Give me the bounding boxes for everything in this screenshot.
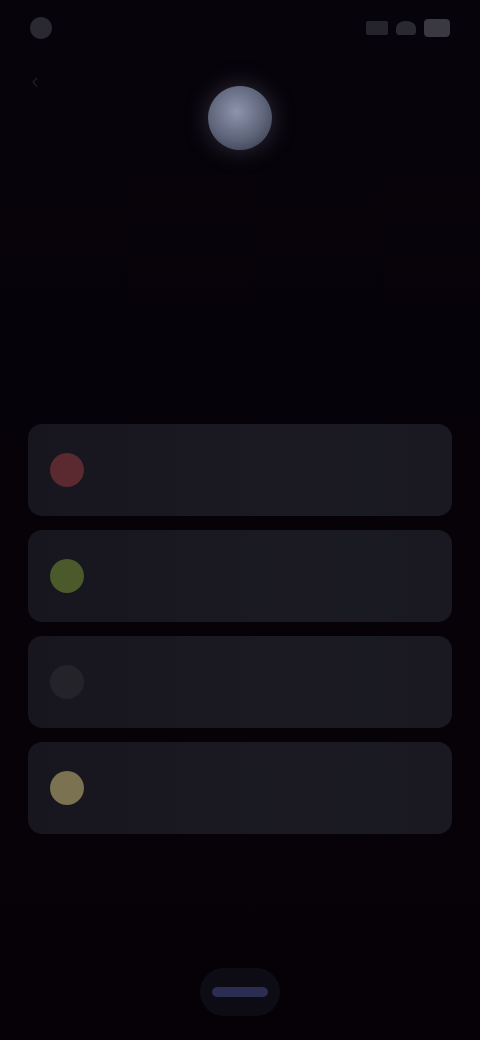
app-screen: ‹	[0, 0, 480, 1040]
status-indicator-icon	[30, 17, 52, 39]
continue-button-bar	[212, 987, 268, 997]
status-right	[366, 19, 450, 37]
yellow-circle-icon	[50, 771, 84, 805]
red-circle-icon	[50, 453, 84, 487]
option-item-1[interactable]	[28, 424, 452, 516]
green-circle-icon	[50, 559, 84, 593]
status-left	[30, 17, 60, 39]
battery-icon	[424, 19, 450, 37]
avatar-icon	[208, 86, 272, 150]
wifi-icon	[396, 21, 416, 35]
option-list	[28, 424, 452, 834]
option-item-3[interactable]	[28, 636, 452, 728]
back-arrow-icon[interactable]: ‹	[20, 66, 50, 96]
status-bar	[30, 14, 450, 42]
continue-button[interactable]	[200, 968, 280, 1016]
option-item-4[interactable]	[28, 742, 452, 834]
signal-icon	[366, 21, 388, 35]
dark-circle-icon	[50, 665, 84, 699]
option-item-2[interactable]	[28, 530, 452, 622]
